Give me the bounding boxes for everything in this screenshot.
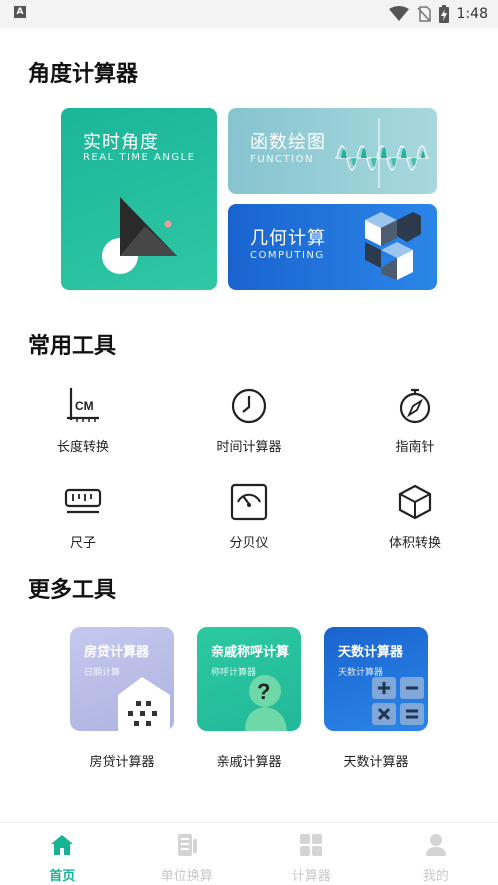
more-tool-relatives[interactable]: 亲戚称呼计算 称呼计算器 ? 亲戚计算器 [197, 627, 301, 770]
mortgage-card-title: 房贷计算器 [84, 645, 150, 660]
battery-charging-icon [438, 5, 449, 23]
status-icons: 1:48 [388, 4, 488, 24]
convert-icon [177, 834, 197, 856]
house-icon [118, 677, 170, 731]
tool-time-calculator-label: 时间计算器 [216, 440, 282, 455]
section-title-angle: 角度计算器 [28, 62, 139, 87]
tool-ruler-label: 尺子 [69, 536, 96, 551]
function-plot-card[interactable]: 函数绘图 FUNCTION [228, 108, 437, 194]
angle-illustration-icon [102, 197, 177, 274]
tool-compass-label: 指南针 [395, 440, 435, 455]
function-plot-title: 函数绘图 [250, 132, 326, 153]
decibel-meter-icon [230, 483, 268, 521]
home-icon [51, 835, 74, 855]
svg-text:CM: CM [75, 399, 94, 413]
calculator-keys-icon [372, 677, 424, 725]
geometry-compute-subtitle: COMPUTING [250, 250, 325, 261]
status-bar: A 1:48 [0, 0, 498, 28]
more-tool-mortgage-label: 房贷计算器 [89, 755, 155, 770]
function-plot-subtitle: FUNCTION [250, 154, 314, 165]
ruler-cm-icon: CM [67, 388, 99, 422]
nav-calculator[interactable]: 计算器 [249, 823, 374, 885]
tool-length-conversion-label: 长度转换 [56, 440, 109, 455]
svg-text:?: ? [257, 679, 270, 704]
cubes-icon [365, 212, 421, 280]
nav-unit-conversion[interactable]: 单位换算 [125, 823, 250, 885]
days-card-title: 天数计算器 [338, 645, 404, 660]
mortgage-card: 房贷计算器 日期计算 [70, 627, 174, 731]
compass-icon [399, 388, 431, 424]
section-title-common-tools: 常用工具 [28, 334, 117, 359]
more-tool-relatives-label: 亲戚计算器 [216, 755, 282, 770]
bottom-nav: 首页 单位换算 计算器 我的 [0, 822, 498, 885]
clock-time: 1:48 [456, 6, 488, 22]
tool-length-conversion[interactable]: CM 长度转换 [23, 386, 143, 455]
ruler-icon [64, 488, 102, 514]
tool-ruler[interactable]: 尺子 [23, 482, 143, 551]
days-card: 天数计算器 天数计算器 [324, 627, 428, 731]
section-title-more-tools: 更多工具 [28, 578, 117, 603]
relatives-card-title: 亲戚称呼计算 [211, 645, 290, 660]
nav-profile[interactable]: 我的 [374, 823, 498, 885]
tool-time-calculator[interactable]: 时间计算器 [189, 386, 309, 455]
realtime-angle-card[interactable]: 实时角度 REAL TIME ANGLE [61, 108, 217, 290]
notification-a-icon: A [14, 6, 26, 18]
calculator-icon [300, 834, 323, 856]
geometry-compute-title: 几何计算 [250, 228, 326, 249]
nav-profile-label: 我的 [422, 869, 449, 884]
tool-decibel-meter-label: 分贝仪 [229, 536, 269, 551]
more-tool-mortgage[interactable]: 房贷计算器 日期计算 房贷计算器 [70, 627, 174, 770]
tool-volume-conversion[interactable]: 体积转换 [355, 482, 475, 551]
cube-icon [398, 484, 432, 520]
nav-unit-conversion-label: 单位换算 [160, 869, 213, 884]
no-sim-icon [416, 6, 431, 22]
tool-decibel-meter[interactable]: 分贝仪 [189, 482, 309, 551]
tool-compass[interactable]: 指南针 [355, 386, 475, 455]
more-tool-days-label: 天数计算器 [343, 755, 409, 770]
clock-icon [231, 388, 267, 424]
tool-volume-conversion-label: 体积转换 [388, 536, 441, 551]
wifi-icon [388, 6, 409, 21]
nav-calculator-label: 计算器 [291, 869, 331, 884]
person-question-icon: ? [245, 675, 287, 731]
nav-home-label: 首页 [49, 869, 76, 884]
geometry-compute-card[interactable]: 几何计算 COMPUTING [228, 204, 437, 290]
profile-icon [425, 834, 446, 856]
more-tool-days[interactable]: 天数计算器 天数计算器 天数计算器 [324, 627, 428, 770]
relatives-card: 亲戚称呼计算 称呼计算器 ? [197, 627, 301, 731]
sine-wave-icon [335, 118, 429, 188]
nav-home[interactable]: 首页 [0, 823, 125, 885]
